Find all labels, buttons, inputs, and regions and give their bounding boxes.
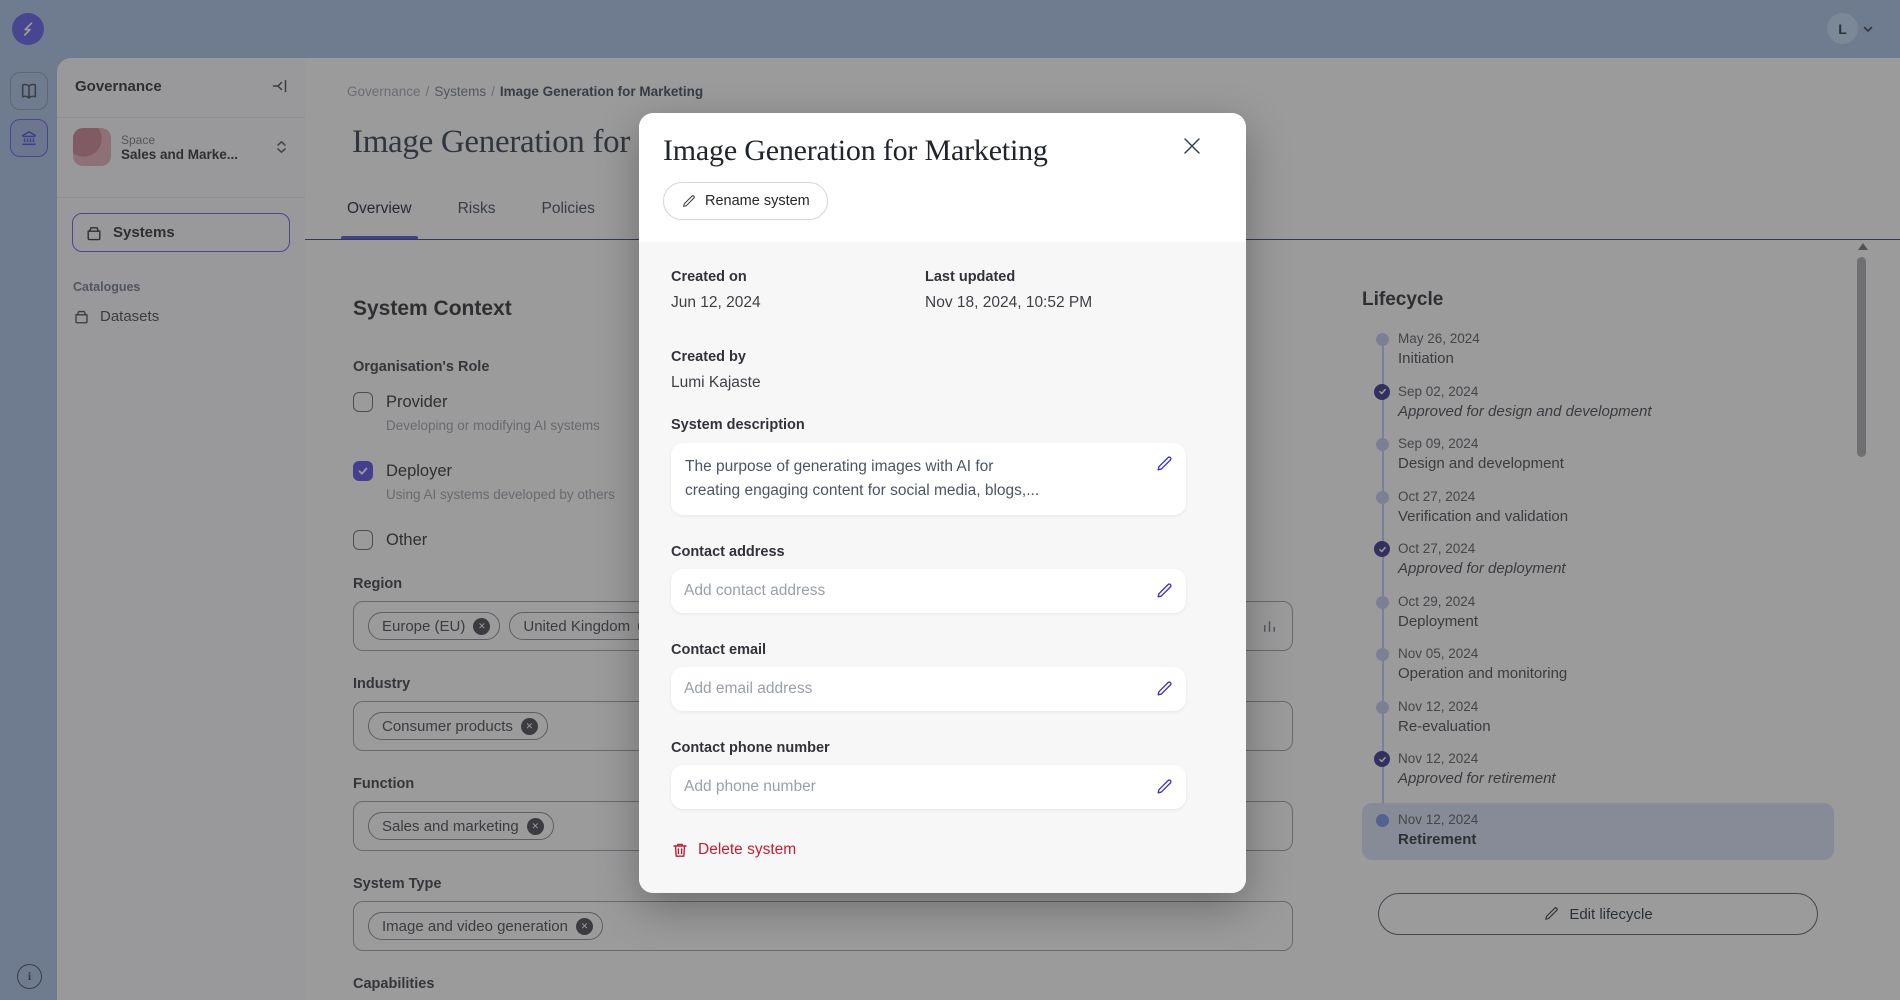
trash-icon <box>671 841 689 859</box>
rename-system-button[interactable]: Rename system <box>663 182 828 220</box>
modal-header: Image Generation for Marketing Rename sy… <box>639 113 1246 242</box>
contact-address-input[interactable]: Add contact address <box>671 569 1186 613</box>
contact-field-label: Contact phone number <box>671 739 1186 757</box>
system-description-field[interactable]: The purpose of generating images with AI… <box>671 443 1186 515</box>
rename-system-label: Rename system <box>705 193 810 209</box>
created-on-value: Jun 12, 2024 <box>671 293 925 312</box>
pencil-icon <box>681 194 696 209</box>
system-details-modal: Image Generation for Marketing Rename sy… <box>639 113 1246 893</box>
system-description-label: System description <box>671 416 1186 434</box>
description-text: The purpose of generating images with AI… <box>685 455 1140 479</box>
modal-body: Created on Jun 12, 2024 Last updated Nov… <box>639 242 1246 893</box>
created-on-label: Created on <box>671 268 925 286</box>
last-updated-label: Last updated <box>925 268 1092 286</box>
contact-field-label: Contact address <box>671 543 1186 561</box>
created-by-value: Lumi Kajaste <box>671 373 1186 392</box>
created-by-label: Created by <box>671 348 1186 366</box>
input-placeholder: Add email address <box>684 680 1155 698</box>
delete-system-button[interactable]: Delete system <box>671 841 796 859</box>
contact-field-label: Contact email <box>671 641 1186 659</box>
input-placeholder: Add phone number <box>684 778 1155 796</box>
contact-fields: Contact address Add contact address Contac… <box>671 543 1186 809</box>
modal-title: Image Generation for Marketing <box>663 133 1222 169</box>
contact-email-input[interactable]: Add email address <box>671 667 1186 711</box>
delete-system-label: Delete system <box>698 841 796 859</box>
last-updated-value: Nov 18, 2024, 10:52 PM <box>925 293 1092 312</box>
edit-description-pencil-icon[interactable] <box>1155 455 1173 473</box>
contact-phone-number-input[interactable]: Add phone number <box>671 765 1186 809</box>
input-placeholder: Add contact address <box>684 582 1155 600</box>
description-text: creating engaging content for social med… <box>685 479 1140 503</box>
close-icon[interactable] <box>1181 135 1203 157</box>
edit-pencil-icon[interactable] <box>1155 680 1173 698</box>
edit-pencil-icon[interactable] <box>1155 582 1173 600</box>
app-screen: i L Governance Space Sales and Marke... <box>0 0 1900 1000</box>
edit-pencil-icon[interactable] <box>1155 778 1173 796</box>
